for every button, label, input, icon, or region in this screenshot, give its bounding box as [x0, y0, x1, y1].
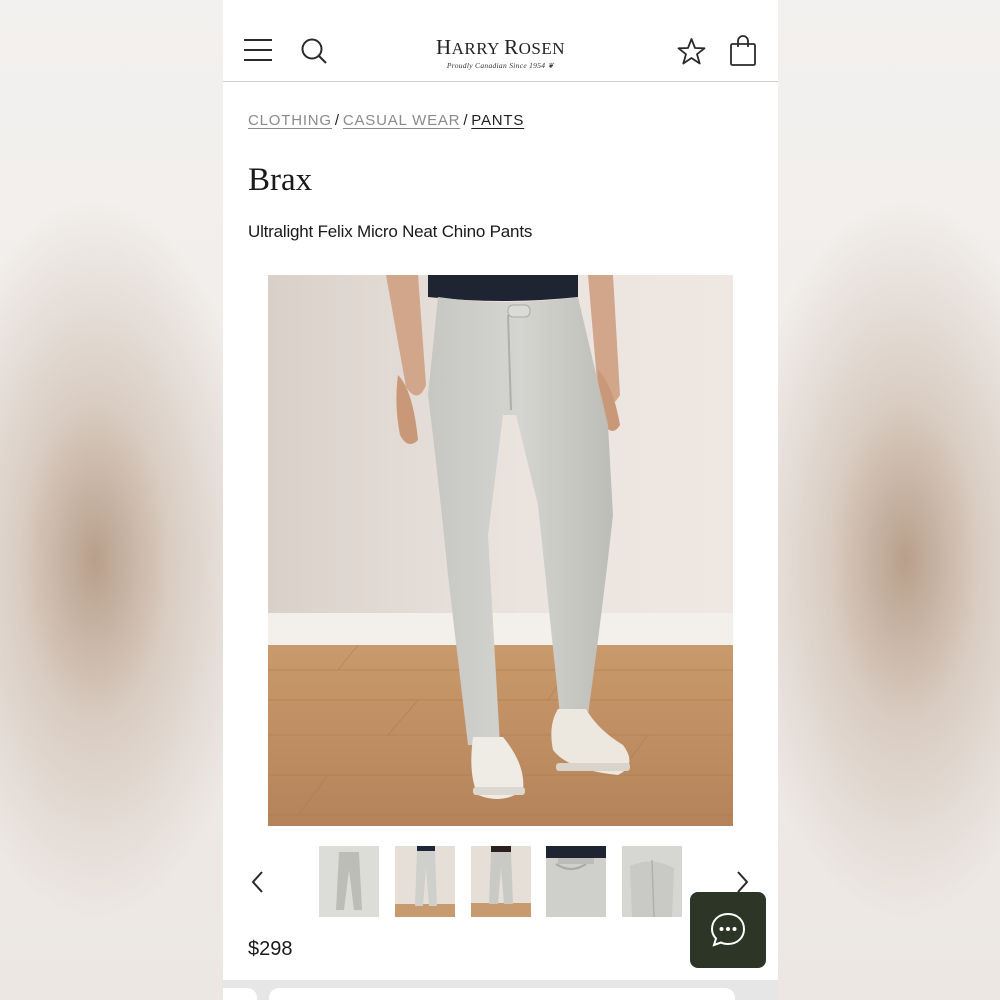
maple-leaf-icon: ❦ [547, 61, 555, 70]
gallery-thumbnail[interactable] [471, 846, 531, 917]
bottom-toolbar-button[interactable] [223, 988, 257, 1000]
mobile-page: HARRY ROSEN Proudly Canadian Since 1954 … [223, 0, 778, 1000]
product-brand[interactable]: Brax [248, 162, 312, 199]
product-price: $298 [248, 938, 293, 960]
breadcrumb-clothing[interactable]: CLOTHING [248, 112, 332, 129]
breadcrumb: CLOTHING / CASUAL WEAR / PANTS [248, 112, 524, 129]
star-icon[interactable] [677, 37, 706, 66]
gallery-thumbnail[interactable] [395, 846, 455, 917]
logo-wordmark: HARRY ROSEN [435, 35, 565, 59]
gallery-thumbnail[interactable] [546, 846, 606, 917]
chevron-left-icon[interactable] [249, 869, 267, 895]
gallery-thumbnail[interactable] [319, 846, 379, 917]
product-main-image[interactable] [268, 275, 733, 826]
breadcrumb-casual-wear[interactable]: CASUAL WEAR [343, 112, 460, 129]
shopping-bag-icon[interactable] [729, 35, 757, 67]
harry-rosen-logo[interactable]: HARRY ROSEN Proudly Canadian Since 1954 … [373, 36, 628, 70]
breadcrumb-separator: / [334, 112, 340, 129]
search-icon[interactable] [300, 37, 328, 65]
product-name: Ultralight Felix Micro Neat Chino Pants [248, 222, 533, 241]
breadcrumb-pants[interactable]: PANTS [471, 112, 524, 129]
site-header: HARRY ROSEN Proudly Canadian Since 1954 … [223, 0, 778, 82]
chat-button[interactable] [690, 892, 766, 968]
breadcrumb-separator: / [463, 112, 469, 129]
bottom-toolbar-address[interactable] [269, 988, 735, 1000]
gallery-thumbnail[interactable] [622, 846, 682, 917]
chat-bubble-icon [710, 912, 746, 947]
hamburger-menu-icon[interactable] [243, 38, 273, 64]
logo-tagline: Proudly Canadian Since 1954 ❦ [446, 61, 555, 70]
